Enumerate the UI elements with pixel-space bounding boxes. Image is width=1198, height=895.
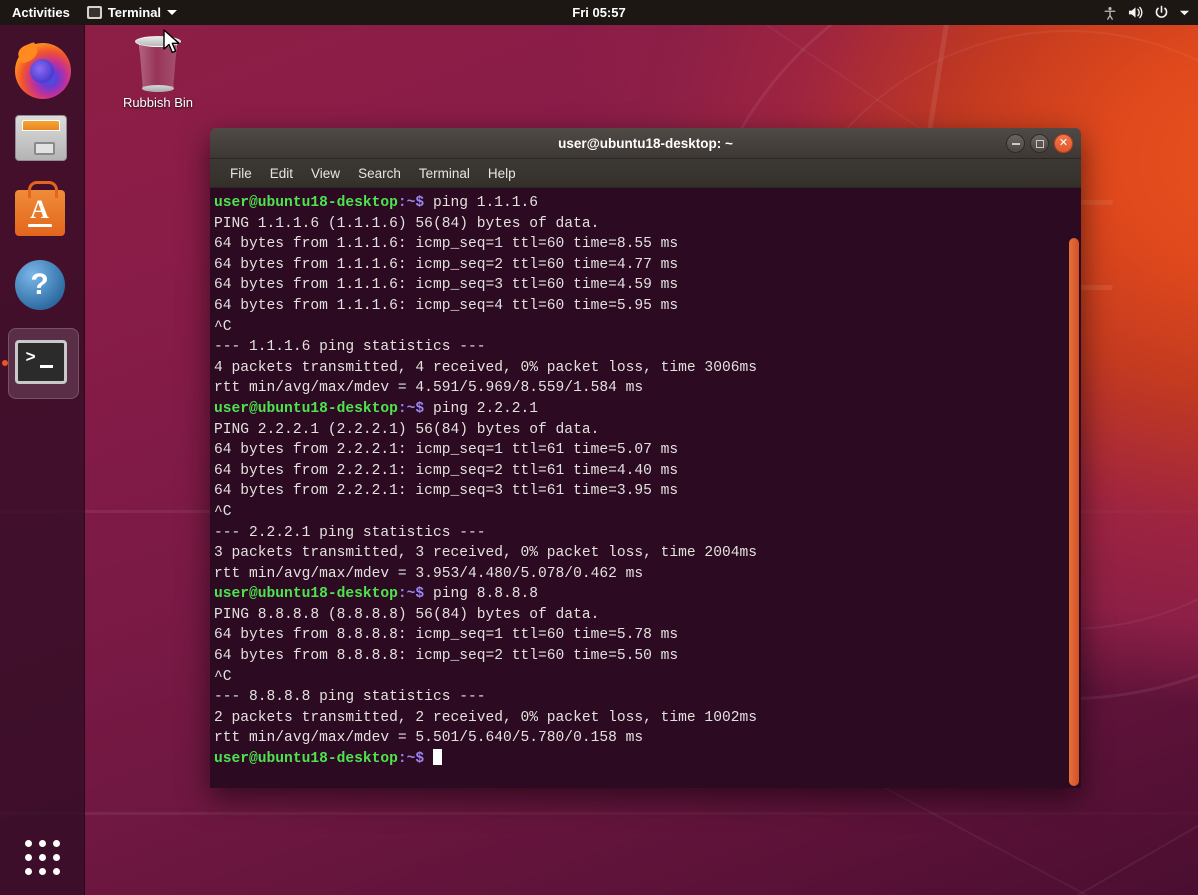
terminal-line: ^C [214, 502, 1081, 523]
terminal-line: 3 packets transmitted, 3 received, 0% pa… [214, 543, 1081, 564]
wallpaper-band-2 [0, 812, 1198, 815]
menu-help[interactable]: Help [480, 163, 524, 184]
shell-prompt-user: user@ubuntu18-desktop [214, 195, 398, 211]
shell-command: ping 8.8.8.8 [424, 586, 538, 602]
terminal-line: 4 packets transmitted, 4 received, 0% pa… [214, 358, 1081, 379]
terminal-line: 64 bytes from 2.2.2.1: icmp_seq=1 ttl=61… [214, 440, 1081, 461]
menu-terminal[interactable]: Terminal [411, 163, 478, 184]
minimize-button[interactable] [1006, 134, 1025, 153]
desktop-icon-rubbish-bin[interactable]: Rubbish Bin [112, 32, 204, 110]
show-applications-button[interactable] [0, 827, 85, 887]
chevron-down-icon[interactable] [1179, 9, 1190, 17]
window-controls: ✕ [1006, 128, 1073, 159]
shell-prompt-path: :~$ [398, 586, 424, 602]
rubbish-bin-icon [134, 32, 182, 92]
terminal-line: PING 2.2.2.1 (2.2.2.1) 56(84) bytes of d… [214, 420, 1081, 441]
terminal-line: 64 bytes from 8.8.8.8: icmp_seq=2 ttl=60… [214, 646, 1081, 667]
shell-command: ping 1.1.1.6 [424, 195, 538, 211]
volume-icon[interactable] [1127, 5, 1144, 20]
system-tray [1103, 0, 1190, 25]
terminal-scrollbar[interactable] [1067, 188, 1081, 788]
top-bar: Activities Terminal Fri 05:57 [0, 0, 1198, 25]
terminal-line: ^C [214, 317, 1081, 338]
menu-edit[interactable]: Edit [262, 163, 301, 184]
terminal-line: rtt min/avg/max/mdev = 5.501/5.640/5.780… [214, 728, 1081, 749]
files-icon [15, 110, 71, 166]
terminal-line: 64 bytes from 2.2.2.1: icmp_seq=2 ttl=61… [214, 461, 1081, 482]
window-title: user@ubuntu18-desktop: ~ [558, 136, 733, 151]
chevron-down-icon [167, 10, 177, 15]
dock-item-help[interactable]: ? [0, 250, 85, 325]
grid-icon [25, 840, 60, 875]
menu-view[interactable]: View [303, 163, 348, 184]
terminal-line: 64 bytes from 1.1.1.6: icmp_seq=3 ttl=60… [214, 275, 1081, 296]
app-menu-terminal[interactable]: Terminal [81, 5, 183, 20]
power-icon[interactable] [1154, 5, 1169, 20]
terminal-titlebar[interactable]: user@ubuntu18-desktop: ~ ✕ [210, 128, 1081, 159]
dock-item-files[interactable] [0, 100, 85, 175]
activities-button[interactable]: Activities [0, 0, 81, 25]
text-cursor [433, 749, 442, 765]
terminal-line: 2 packets transmitted, 2 received, 0% pa… [214, 708, 1081, 729]
maximize-button[interactable] [1030, 134, 1049, 153]
desktop-icon-label: Rubbish Bin [123, 95, 193, 110]
terminal-line: --- 8.8.8.8 ping statistics --- [214, 687, 1081, 708]
terminal-line: --- 2.2.2.1 ping statistics --- [214, 523, 1081, 544]
wallpaper-diagonal-1 [846, 818, 1198, 895]
shell-prompt-path: :~$ [398, 751, 424, 767]
terminal-line: user@ubuntu18-desktop:~$ ping 2.2.2.1 [214, 399, 1081, 420]
terminal-line: user@ubuntu18-desktop:~$ ping 1.1.1.6 [214, 193, 1081, 214]
shell-prompt-path: :~$ [398, 401, 424, 417]
help-icon: ? [15, 260, 71, 316]
terminal-line: 64 bytes from 1.1.1.6: icmp_seq=2 ttl=60… [214, 255, 1081, 276]
menu-search[interactable]: Search [350, 163, 409, 184]
shell-command: ping 2.2.2.1 [424, 401, 538, 417]
terminal-screen[interactable]: user@ubuntu18-desktop:~$ ping 1.1.1.6PIN… [210, 188, 1081, 788]
terminal-line: 64 bytes from 1.1.1.6: icmp_seq=1 ttl=60… [214, 234, 1081, 255]
menu-file[interactable]: File [222, 163, 260, 184]
scrollbar-thumb[interactable] [1069, 238, 1079, 786]
dock-item-terminal[interactable] [0, 325, 85, 400]
firefox-icon [15, 43, 71, 99]
shell-prompt-user: user@ubuntu18-desktop [214, 586, 398, 602]
shell-prompt-user: user@ubuntu18-desktop [214, 751, 398, 767]
accessibility-icon[interactable] [1103, 6, 1117, 20]
terminal-line: PING 8.8.8.8 (8.8.8.8) 56(84) bytes of d… [214, 605, 1081, 626]
terminal-line: 64 bytes from 8.8.8.8: icmp_seq=1 ttl=60… [214, 625, 1081, 646]
terminal-window[interactable]: user@ubuntu18-desktop: ~ ✕ File Edit Vie… [210, 128, 1081, 788]
close-button[interactable]: ✕ [1054, 134, 1073, 153]
dock: ? [0, 25, 85, 895]
terminal-icon [15, 335, 71, 391]
terminal-line: rtt min/avg/max/mdev = 4.591/5.969/8.559… [214, 378, 1081, 399]
terminal-line: --- 1.1.1.6 ping statistics --- [214, 337, 1081, 358]
terminal-line: user@ubuntu18-desktop:~$ ping 8.8.8.8 [214, 584, 1081, 605]
shell-command [424, 751, 433, 767]
terminal-line: rtt min/avg/max/mdev = 3.953/4.480/5.078… [214, 564, 1081, 585]
dock-item-software[interactable] [0, 175, 85, 250]
terminal-line: 64 bytes from 2.2.2.1: icmp_seq=3 ttl=61… [214, 481, 1081, 502]
terminal-line: ^C [214, 667, 1081, 688]
terminal-menubar: File Edit View Search Terminal Help [210, 159, 1081, 188]
shell-prompt-path: :~$ [398, 195, 424, 211]
terminal-output: user@ubuntu18-desktop:~$ ping 1.1.1.6PIN… [214, 193, 1081, 770]
ubuntu-software-icon [15, 185, 71, 241]
dock-item-firefox[interactable] [0, 33, 85, 108]
terminal-icon [87, 6, 102, 19]
terminal-line: 64 bytes from 1.1.1.6: icmp_seq=4 ttl=60… [214, 296, 1081, 317]
app-menu-label: Terminal [108, 5, 161, 20]
terminal-line: PING 1.1.1.6 (1.1.1.6) 56(84) bytes of d… [214, 214, 1081, 235]
shell-prompt-user: user@ubuntu18-desktop [214, 401, 398, 417]
terminal-line: user@ubuntu18-desktop:~$ [214, 749, 1081, 770]
